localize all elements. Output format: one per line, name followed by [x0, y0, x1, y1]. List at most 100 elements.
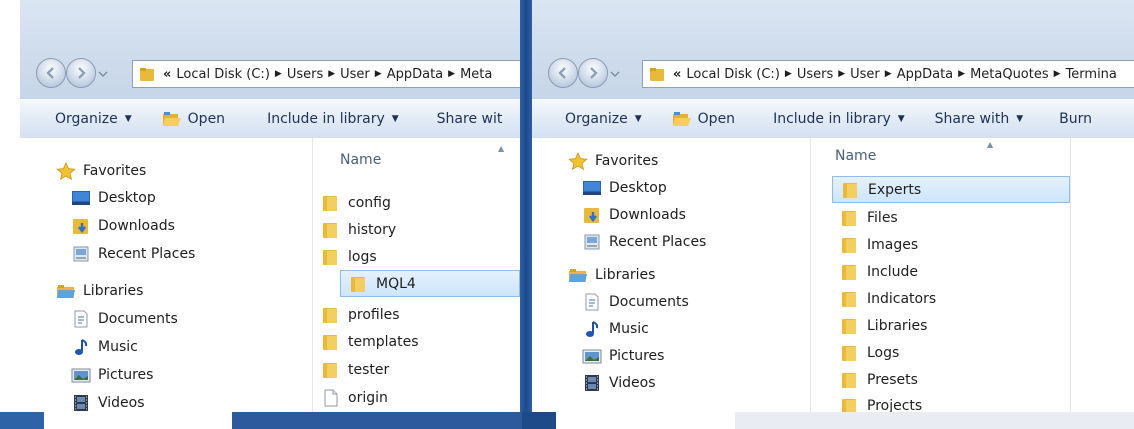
nav-libraries-label: Libraries	[595, 267, 656, 283]
recent-pages-dropdown-icon[interactable]	[98, 70, 108, 78]
right-title-bar: « Local Disk (C:) ▶ Users ▶ User ▶ AppData ▶…	[532, 0, 1134, 99]
address-overflow-chevrons[interactable]: «	[673, 67, 681, 82]
crumb-user[interactable]: User	[850, 67, 880, 82]
open-button[interactable]: Open	[162, 111, 225, 127]
star-icon	[56, 162, 76, 180]
file-row-files[interactable]: Files	[832, 204, 1134, 231]
crumb-separator-icon[interactable]: ▶	[275, 69, 282, 79]
file-row-indicators[interactable]: Indicators	[832, 285, 1134, 312]
right-explorer-window: « Local Disk (C:) ▶ Users ▶ User ▶ AppData ▶…	[532, 0, 1134, 412]
crumb-separator-icon[interactable]: ▶	[838, 69, 845, 79]
recent-places-icon	[584, 234, 600, 250]
dropdown-arrow-icon: ▼	[391, 114, 399, 124]
nav-libraries-label: Libraries	[83, 283, 144, 299]
nav-downloads-label: Downloads	[98, 218, 175, 234]
share-with-button[interactable]: Share wit	[437, 111, 503, 127]
file-row-profiles[interactable]: profiles	[313, 301, 520, 328]
crumb-separator-icon[interactable]: ▶	[958, 69, 965, 79]
crumb-terminal[interactable]: Termina	[1066, 67, 1117, 82]
file-row-projects[interactable]: Projects	[832, 392, 1134, 412]
file-row-presets[interactable]: Presets	[832, 366, 1134, 393]
music-note-icon	[75, 339, 88, 355]
file-row-origin[interactable]: origin	[313, 384, 520, 411]
forward-button[interactable]	[578, 58, 608, 88]
nav-libraries[interactable]: Libraries	[56, 282, 143, 300]
forward-button[interactable]	[66, 58, 96, 88]
include-in-library-button[interactable]: Include in library ▼	[267, 111, 399, 127]
crumb-separator-icon[interactable]: ▶	[785, 69, 792, 79]
address-overflow-chevrons[interactable]: «	[163, 67, 171, 82]
include-in-library-button[interactable]: Include in library ▼	[773, 111, 905, 127]
file-row-include[interactable]: Include	[832, 258, 1134, 285]
nav-documents[interactable]: Documents	[71, 310, 178, 328]
organize-label: Organize	[55, 111, 118, 127]
crumb-appdata[interactable]: AppData	[897, 67, 953, 82]
nav-desktop-label: Desktop	[609, 180, 667, 196]
file-row-config[interactable]: config	[313, 189, 520, 216]
nav-favorites[interactable]: Favorites	[56, 162, 146, 180]
column-header-name[interactable]: Name	[835, 148, 876, 164]
file-row-templates[interactable]: templates	[313, 328, 520, 355]
back-button[interactable]	[548, 58, 578, 88]
nav-videos[interactable]: Videos	[582, 374, 656, 392]
crumb-user[interactable]: User	[340, 67, 370, 82]
organize-button[interactable]: Organize ▼	[565, 111, 642, 127]
organize-button[interactable]: Organize ▼	[55, 111, 132, 127]
include-in-library-label: Include in library	[267, 111, 385, 127]
burn-button[interactable]: Burn	[1059, 111, 1092, 127]
file-row-libraries[interactable]: Libraries	[832, 312, 1134, 339]
file-row-logs[interactable]: logs	[313, 243, 520, 270]
burn-label: Burn	[1059, 111, 1093, 127]
crumb-users[interactable]: Users	[797, 67, 833, 82]
nav-desktop[interactable]: Desktop	[71, 189, 156, 207]
file-name: Logs	[867, 344, 900, 361]
right-address-bar[interactable]: « Local Disk (C:) ▶ Users ▶ User ▶ AppData ▶…	[642, 60, 1134, 88]
nav-videos-label: Videos	[98, 395, 145, 411]
nav-music[interactable]: Music	[582, 320, 649, 338]
left-address-bar[interactable]: « Local Disk (C:) ▶ Users ▶ User ▶ AppData ▶…	[132, 60, 520, 88]
nav-recent-places[interactable]: Recent Places	[582, 233, 706, 251]
nav-favorites-label: Favorites	[595, 153, 659, 169]
nav-downloads-label: Downloads	[609, 207, 686, 223]
folder-icon	[842, 210, 856, 226]
crumb-appdata[interactable]: AppData	[387, 67, 443, 82]
sort-ascending-icon: ▲	[987, 140, 994, 149]
file-row-mql4[interactable]: MQL4	[340, 270, 520, 297]
crumb-separator-icon[interactable]: ▶	[1054, 69, 1061, 79]
crumb-local-disk[interactable]: Local Disk (C:)	[686, 67, 779, 82]
left-title-bar: « Local Disk (C:) ▶ Users ▶ User ▶ AppData ▶…	[20, 0, 520, 99]
nav-desktop[interactable]: Desktop	[582, 179, 667, 197]
file-row-images[interactable]: Images	[832, 231, 1134, 258]
nav-music[interactable]: Music	[71, 338, 138, 356]
nav-downloads[interactable]: Downloads	[71, 217, 175, 235]
nav-pictures[interactable]: Pictures	[71, 366, 153, 384]
file-name: history	[348, 221, 397, 238]
share-with-button[interactable]: Share with ▼	[935, 111, 1023, 127]
file-row-tester[interactable]: tester	[313, 356, 520, 383]
file-row-experts[interactable]: Experts	[832, 176, 1070, 203]
crumb-users[interactable]: Users	[287, 67, 323, 82]
crumb-local-disk[interactable]: Local Disk (C:)	[176, 67, 269, 82]
crumb-separator-icon[interactable]: ▶	[328, 69, 335, 79]
file-row-logs[interactable]: Logs	[832, 339, 1134, 366]
nav-recent-places-label: Recent Places	[609, 234, 707, 250]
nav-recent-places[interactable]: Recent Places	[71, 245, 195, 263]
column-header-name[interactable]: Name	[340, 152, 381, 168]
crumb-separator-icon[interactable]: ▶	[375, 69, 382, 79]
nav-pictures[interactable]: Pictures	[582, 347, 664, 365]
crumb-separator-icon[interactable]: ▶	[448, 69, 455, 79]
nav-videos[interactable]: Videos	[71, 394, 145, 412]
back-button[interactable]	[36, 58, 66, 88]
nav-downloads[interactable]: Downloads	[582, 206, 686, 224]
file-row-history[interactable]: history	[313, 216, 520, 243]
recent-places-icon	[73, 246, 89, 262]
nav-favorites[interactable]: Favorites	[568, 152, 658, 170]
crumb-metaquotes[interactable]: MetaQuotes	[970, 67, 1049, 82]
nav-libraries[interactable]: Libraries	[568, 266, 655, 284]
crumb-metaquotes[interactable]: Meta	[460, 67, 492, 82]
nav-documents[interactable]: Documents	[582, 293, 689, 311]
crumb-separator-icon[interactable]: ▶	[885, 69, 892, 79]
bottom-frame-edge	[0, 412, 44, 429]
recent-pages-dropdown-icon[interactable]	[610, 70, 620, 78]
open-button[interactable]: Open	[672, 111, 735, 127]
